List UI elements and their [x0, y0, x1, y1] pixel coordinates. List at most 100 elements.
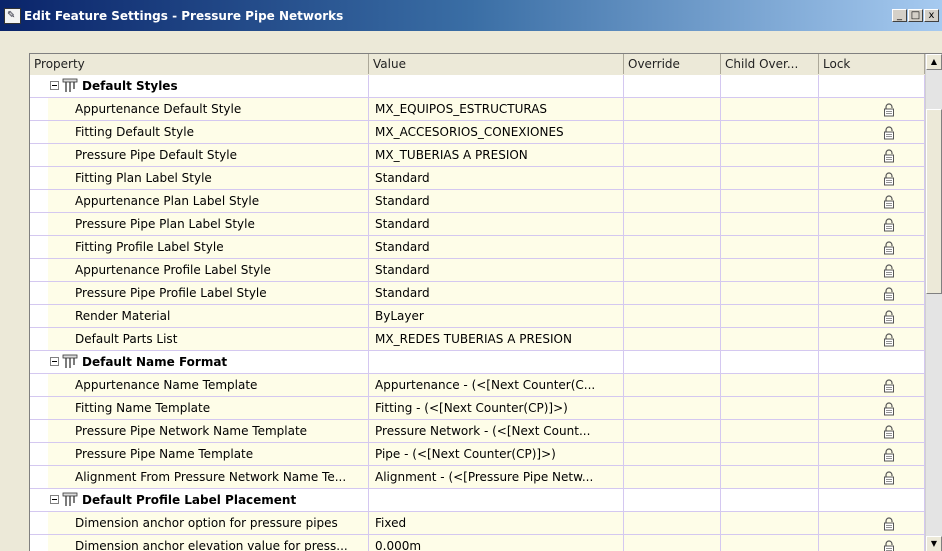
property-name[interactable]: Fitting Profile Label Style — [48, 236, 369, 258]
property-value[interactable]: Standard — [369, 259, 624, 281]
padlock-open-icon[interactable] — [883, 447, 895, 461]
override-cell[interactable] — [624, 466, 721, 488]
lock-cell[interactable] — [819, 374, 925, 396]
property-value[interactable]: Appurtenance - (<[Next Counter(C... — [369, 374, 624, 396]
lock-cell[interactable] — [819, 190, 925, 212]
category-row[interactable]: Default Styles — [30, 75, 925, 98]
app-icon[interactable]: ✎ — [4, 8, 21, 24]
collapse-minus-icon[interactable] — [50, 357, 59, 366]
property-row[interactable]: Fitting Profile Label Style Standard — [30, 236, 925, 259]
property-value[interactable]: Standard — [369, 213, 624, 235]
property-row[interactable]: Alignment From Pressure Network Name Te.… — [30, 466, 925, 489]
padlock-open-icon[interactable] — [883, 263, 895, 277]
property-name[interactable]: Fitting Name Template — [48, 397, 369, 419]
override-cell[interactable] — [624, 144, 721, 166]
padlock-open-icon[interactable] — [883, 401, 895, 415]
property-name[interactable]: Fitting Plan Label Style — [48, 167, 369, 189]
property-value[interactable]: Standard — [369, 167, 624, 189]
category-cell[interactable]: Default Styles — [48, 75, 369, 97]
property-value[interactable]: Standard — [369, 190, 624, 212]
property-row[interactable]: Pressure Pipe Plan Label Style Standard — [30, 213, 925, 236]
padlock-open-icon[interactable] — [883, 148, 895, 162]
property-row[interactable]: Appurtenance Default Style MX_EQUIPOS_EST… — [30, 98, 925, 121]
property-name[interactable]: Dimension anchor elevation value for pre… — [48, 535, 369, 551]
scroll-thumb[interactable] — [926, 109, 942, 294]
padlock-open-icon[interactable] — [883, 194, 895, 208]
property-name[interactable]: Pressure Pipe Network Name Template — [48, 420, 369, 442]
property-row[interactable]: Appurtenance Name Template Appurtenance -… — [30, 374, 925, 397]
property-name[interactable]: Appurtenance Name Template — [48, 374, 369, 396]
property-name[interactable]: Pressure Pipe Default Style — [48, 144, 369, 166]
lock-cell[interactable] — [819, 443, 925, 465]
property-name[interactable]: Dimension anchor option for pressure pip… — [48, 512, 369, 534]
column-header-override[interactable]: Override — [624, 54, 721, 74]
lock-cell[interactable] — [819, 305, 925, 327]
property-row[interactable]: Default Parts List MX_REDES TUBERIAS A PR… — [30, 328, 925, 351]
property-value[interactable]: Fixed — [369, 512, 624, 534]
padlock-open-icon[interactable] — [883, 171, 895, 185]
minimize-button[interactable]: _ — [892, 9, 907, 22]
property-value[interactable]: Pipe - (<[Next Counter(CP)]>) — [369, 443, 624, 465]
property-value[interactable]: MX_ACCESORIOS_CONEXIONES — [369, 121, 624, 143]
property-value[interactable]: MX_EQUIPOS_ESTRUCTURAS — [369, 98, 624, 120]
padlock-open-icon[interactable] — [883, 102, 895, 116]
property-row[interactable]: Appurtenance Profile Label Style Standard — [30, 259, 925, 282]
property-row[interactable]: Fitting Default Style MX_ACCESORIOS_CONEX… — [30, 121, 925, 144]
property-name[interactable]: Appurtenance Plan Label Style — [48, 190, 369, 212]
category-row[interactable]: Default Profile Label Placement — [30, 489, 925, 512]
property-row[interactable]: Pressure Pipe Default Style MX_TUBERIAS A… — [30, 144, 925, 167]
scroll-down-button[interactable]: ▼ — [926, 536, 942, 551]
collapse-minus-icon[interactable] — [50, 81, 59, 90]
override-cell[interactable] — [624, 374, 721, 396]
property-name[interactable]: Pressure Pipe Plan Label Style — [48, 213, 369, 235]
property-value[interactable]: MX_TUBERIAS A PRESION — [369, 144, 624, 166]
property-name[interactable]: Fitting Default Style — [48, 121, 369, 143]
override-cell[interactable] — [624, 167, 721, 189]
padlock-open-icon[interactable] — [883, 286, 895, 300]
lock-cell[interactable] — [819, 121, 925, 143]
property-row[interactable]: Dimension anchor elevation value for pre… — [30, 535, 925, 551]
padlock-open-icon[interactable] — [883, 470, 895, 484]
lock-cell[interactable] — [819, 420, 925, 442]
override-cell[interactable] — [624, 305, 721, 327]
column-header-child-override[interactable]: Child Over... — [721, 54, 819, 74]
property-name[interactable]: Pressure Pipe Name Template — [48, 443, 369, 465]
override-cell[interactable] — [624, 98, 721, 120]
property-row[interactable]: Fitting Plan Label Style Standard — [30, 167, 925, 190]
property-row[interactable]: Appurtenance Plan Label Style Standard — [30, 190, 925, 213]
override-cell[interactable] — [624, 190, 721, 212]
property-value[interactable]: ByLayer — [369, 305, 624, 327]
property-row[interactable]: Pressure Pipe Name Template Pipe - (<[Nex… — [30, 443, 925, 466]
lock-cell[interactable] — [819, 167, 925, 189]
override-cell[interactable] — [624, 236, 721, 258]
override-cell[interactable] — [624, 420, 721, 442]
padlock-open-icon[interactable] — [883, 378, 895, 392]
padlock-open-icon[interactable] — [883, 240, 895, 254]
property-row[interactable]: Fitting Name Template Fitting - (<[Next C… — [30, 397, 925, 420]
title-bar[interactable]: ✎ Edit Feature Settings - Pressure Pipe … — [0, 0, 942, 31]
property-row[interactable]: Render Material ByLayer — [30, 305, 925, 328]
property-value[interactable]: Fitting - (<[Next Counter(CP)]>) — [369, 397, 624, 419]
override-cell[interactable] — [624, 282, 721, 304]
override-cell[interactable] — [624, 213, 721, 235]
override-cell[interactable] — [624, 121, 721, 143]
lock-cell[interactable] — [819, 236, 925, 258]
property-row[interactable]: Pressure Pipe Profile Label Style Standar… — [30, 282, 925, 305]
padlock-open-icon[interactable] — [883, 309, 895, 323]
lock-cell[interactable] — [819, 213, 925, 235]
lock-cell[interactable] — [819, 397, 925, 419]
override-cell[interactable] — [624, 328, 721, 350]
maximize-button[interactable]: □ — [908, 9, 923, 22]
override-cell[interactable] — [624, 535, 721, 551]
lock-cell[interactable] — [819, 512, 925, 534]
scroll-up-button[interactable]: ▲ — [926, 54, 942, 70]
padlock-open-icon[interactable] — [883, 539, 895, 551]
lock-cell[interactable] — [819, 144, 925, 166]
collapse-minus-icon[interactable] — [50, 495, 59, 504]
override-cell[interactable] — [624, 259, 721, 281]
property-name[interactable]: Appurtenance Profile Label Style — [48, 259, 369, 281]
close-button[interactable]: x — [924, 9, 939, 22]
column-header-lock[interactable]: Lock — [819, 54, 925, 74]
padlock-open-icon[interactable] — [883, 125, 895, 139]
category-cell[interactable]: Default Name Format — [48, 351, 369, 373]
